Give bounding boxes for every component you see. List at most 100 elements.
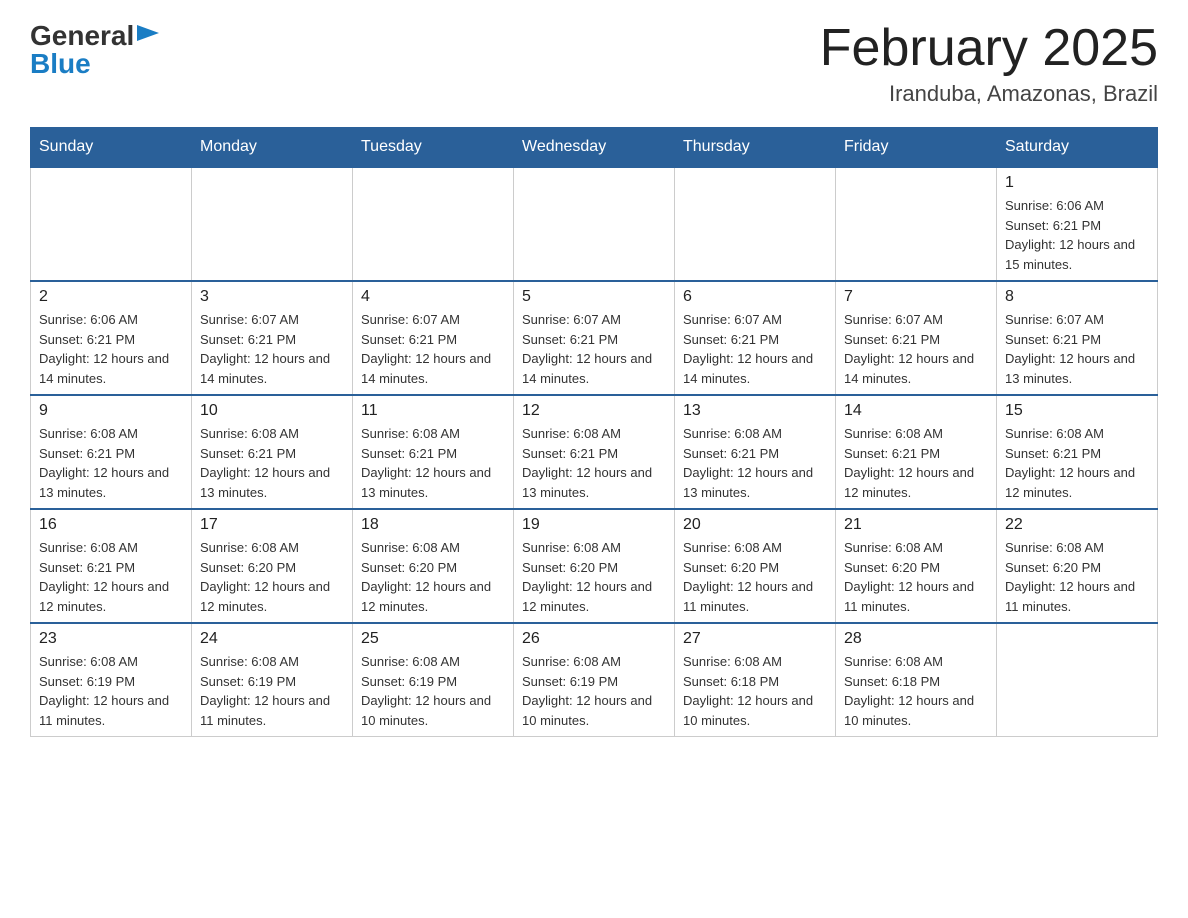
weekday-header-sunday: Sunday [31, 128, 192, 168]
calendar-cell [353, 167, 514, 281]
logo-blue-text: Blue [30, 48, 91, 80]
day-number: 15 [1005, 402, 1149, 420]
day-number: 21 [844, 516, 988, 534]
page-title: February 2025 [820, 20, 1158, 77]
day-info: Sunrise: 6:07 AM Sunset: 6:21 PM Dayligh… [683, 310, 827, 388]
calendar-cell: 27Sunrise: 6:08 AM Sunset: 6:18 PM Dayli… [675, 623, 836, 737]
day-info: Sunrise: 6:08 AM Sunset: 6:20 PM Dayligh… [200, 538, 344, 616]
day-number: 20 [683, 516, 827, 534]
day-number: 9 [39, 402, 183, 420]
day-info: Sunrise: 6:08 AM Sunset: 6:18 PM Dayligh… [844, 652, 988, 730]
calendar-cell: 26 Sunrise: 6:08 AM Sunset: 6:19 PM Dayli… [514, 623, 675, 737]
day-info: Sunrise: 6:08 AM Sunset: 6:20 PM Dayligh… [844, 538, 988, 616]
logo: General Blue [30, 20, 159, 80]
calendar-table: SundayMondayTuesdayWednesdayThursdayFrid… [30, 127, 1158, 737]
day-number: 16 [39, 516, 183, 534]
calendar-cell: 12Sunrise: 6:08 AM Sunset: 6:21 PM Dayli… [514, 395, 675, 509]
calendar-cell: 13Sunrise: 6:08 AM Sunset: 6:21 PM Dayli… [675, 395, 836, 509]
calendar-cell: 8 Sunrise: 6:07 AM Sunset: 6:21 PM Daylig… [997, 281, 1158, 395]
day-number: 8 [1005, 288, 1149, 306]
day-info: Sunrise: 6:07 AM Sunset: 6:21 PM Dayligh… [844, 310, 988, 388]
day-number: 23 [39, 630, 183, 648]
weekday-header-tuesday: Tuesday [353, 128, 514, 168]
day-info: Sunrise: 6:08 AM Sunset: 6:19 PM Dayligh… [522, 652, 666, 730]
day-info: Sunrise: 6:08 AM Sunset: 6:21 PM Dayligh… [39, 424, 183, 502]
day-info: Sunrise: 6:08 AM Sunset: 6:21 PM Dayligh… [361, 424, 505, 502]
day-number: 28 [844, 630, 988, 648]
day-number: 12 [522, 402, 666, 420]
day-info: Sunrise: 6:07 AM Sunset: 6:21 PM Dayligh… [200, 310, 344, 388]
day-number: 1 [1005, 174, 1149, 192]
weekday-header-saturday: Saturday [997, 128, 1158, 168]
calendar-cell: 20 Sunrise: 6:08 AM Sunset: 6:20 PM Dayli… [675, 509, 836, 623]
day-info: Sunrise: 6:08 AM Sunset: 6:21 PM Dayligh… [1005, 424, 1149, 502]
page-subtitle: Iranduba, Amazonas, Brazil [820, 81, 1158, 107]
calendar-cell: 22 Sunrise: 6:08 AM Sunset: 6:20 PM Dayli… [997, 509, 1158, 623]
day-number: 25 [361, 630, 505, 648]
day-info: Sunrise: 6:08 AM Sunset: 6:20 PM Dayligh… [683, 538, 827, 616]
calendar-cell: 9 Sunrise: 6:08 AM Sunset: 6:21 PM Daylig… [31, 395, 192, 509]
calendar-cell: 14 Sunrise: 6:08 AM Sunset: 6:21 PM Dayli… [836, 395, 997, 509]
day-info: Sunrise: 6:08 AM Sunset: 6:21 PM Dayligh… [844, 424, 988, 502]
day-info: Sunrise: 6:06 AM Sunset: 6:21 PM Dayligh… [39, 310, 183, 388]
calendar-cell: 6 Sunrise: 6:07 AM Sunset: 6:21 PM Daylig… [675, 281, 836, 395]
calendar-cell: 1 Sunrise: 6:06 AM Sunset: 6:21 PM Daylig… [997, 167, 1158, 281]
calendar-cell: 11Sunrise: 6:08 AM Sunset: 6:21 PM Dayli… [353, 395, 514, 509]
calendar-cell: 3Sunrise: 6:07 AM Sunset: 6:21 PM Daylig… [192, 281, 353, 395]
day-info: Sunrise: 6:08 AM Sunset: 6:21 PM Dayligh… [39, 538, 183, 616]
weekday-header-wednesday: Wednesday [514, 128, 675, 168]
calendar-cell [675, 167, 836, 281]
day-number: 2 [39, 288, 183, 306]
weekday-header-monday: Monday [192, 128, 353, 168]
day-info: Sunrise: 6:07 AM Sunset: 6:21 PM Dayligh… [522, 310, 666, 388]
calendar-cell [836, 167, 997, 281]
day-info: Sunrise: 6:07 AM Sunset: 6:21 PM Dayligh… [1005, 310, 1149, 388]
day-number: 19 [522, 516, 666, 534]
day-info: Sunrise: 6:08 AM Sunset: 6:20 PM Dayligh… [1005, 538, 1149, 616]
day-info: Sunrise: 6:08 AM Sunset: 6:19 PM Dayligh… [200, 652, 344, 730]
day-number: 24 [200, 630, 344, 648]
calendar-cell: 24 Sunrise: 6:08 AM Sunset: 6:19 PM Dayli… [192, 623, 353, 737]
day-number: 7 [844, 288, 988, 306]
calendar-week-row: 16 Sunrise: 6:08 AM Sunset: 6:21 PM Dayli… [31, 509, 1158, 623]
day-number: 6 [683, 288, 827, 306]
calendar-cell: 7 Sunrise: 6:07 AM Sunset: 6:21 PM Daylig… [836, 281, 997, 395]
calendar-cell: 19Sunrise: 6:08 AM Sunset: 6:20 PM Dayli… [514, 509, 675, 623]
weekday-header-thursday: Thursday [675, 128, 836, 168]
calendar-week-row: 1 Sunrise: 6:06 AM Sunset: 6:21 PM Daylig… [31, 167, 1158, 281]
calendar-cell: 18 Sunrise: 6:08 AM Sunset: 6:20 PM Dayli… [353, 509, 514, 623]
day-info: Sunrise: 6:08 AM Sunset: 6:19 PM Dayligh… [39, 652, 183, 730]
calendar-cell: 5Sunrise: 6:07 AM Sunset: 6:21 PM Daylig… [514, 281, 675, 395]
calendar-cell [997, 623, 1158, 737]
calendar-week-row: 2 Sunrise: 6:06 AM Sunset: 6:21 PM Daylig… [31, 281, 1158, 395]
day-number: 10 [200, 402, 344, 420]
day-number: 26 [522, 630, 666, 648]
calendar-cell: 2 Sunrise: 6:06 AM Sunset: 6:21 PM Daylig… [31, 281, 192, 395]
calendar-cell: 15 Sunrise: 6:08 AM Sunset: 6:21 PM Dayli… [997, 395, 1158, 509]
logo-flag-icon [137, 25, 159, 49]
calendar-header-row: SundayMondayTuesdayWednesdayThursdayFrid… [31, 128, 1158, 168]
day-info: Sunrise: 6:08 AM Sunset: 6:20 PM Dayligh… [361, 538, 505, 616]
calendar-cell: 10 Sunrise: 6:08 AM Sunset: 6:21 PM Dayli… [192, 395, 353, 509]
day-info: Sunrise: 6:06 AM Sunset: 6:21 PM Dayligh… [1005, 196, 1149, 274]
page-header: General Blue February 2025 Iranduba, Ama… [30, 20, 1158, 107]
day-number: 14 [844, 402, 988, 420]
day-number: 13 [683, 402, 827, 420]
calendar-cell: 28 Sunrise: 6:08 AM Sunset: 6:18 PM Dayli… [836, 623, 997, 737]
calendar-cell: 23 Sunrise: 6:08 AM Sunset: 6:19 PM Dayli… [31, 623, 192, 737]
calendar-cell: 25Sunrise: 6:08 AM Sunset: 6:19 PM Dayli… [353, 623, 514, 737]
calendar-week-row: 9 Sunrise: 6:08 AM Sunset: 6:21 PM Daylig… [31, 395, 1158, 509]
day-number: 22 [1005, 516, 1149, 534]
calendar-cell [514, 167, 675, 281]
calendar-cell: 21 Sunrise: 6:08 AM Sunset: 6:20 PM Dayli… [836, 509, 997, 623]
day-number: 27 [683, 630, 827, 648]
calendar-cell: 4Sunrise: 6:07 AM Sunset: 6:21 PM Daylig… [353, 281, 514, 395]
weekday-header-friday: Friday [836, 128, 997, 168]
day-number: 18 [361, 516, 505, 534]
calendar-cell [192, 167, 353, 281]
calendar-week-row: 23 Sunrise: 6:08 AM Sunset: 6:19 PM Dayli… [31, 623, 1158, 737]
day-number: 17 [200, 516, 344, 534]
day-info: Sunrise: 6:08 AM Sunset: 6:21 PM Dayligh… [200, 424, 344, 502]
calendar-cell [31, 167, 192, 281]
calendar-cell: 16 Sunrise: 6:08 AM Sunset: 6:21 PM Dayli… [31, 509, 192, 623]
